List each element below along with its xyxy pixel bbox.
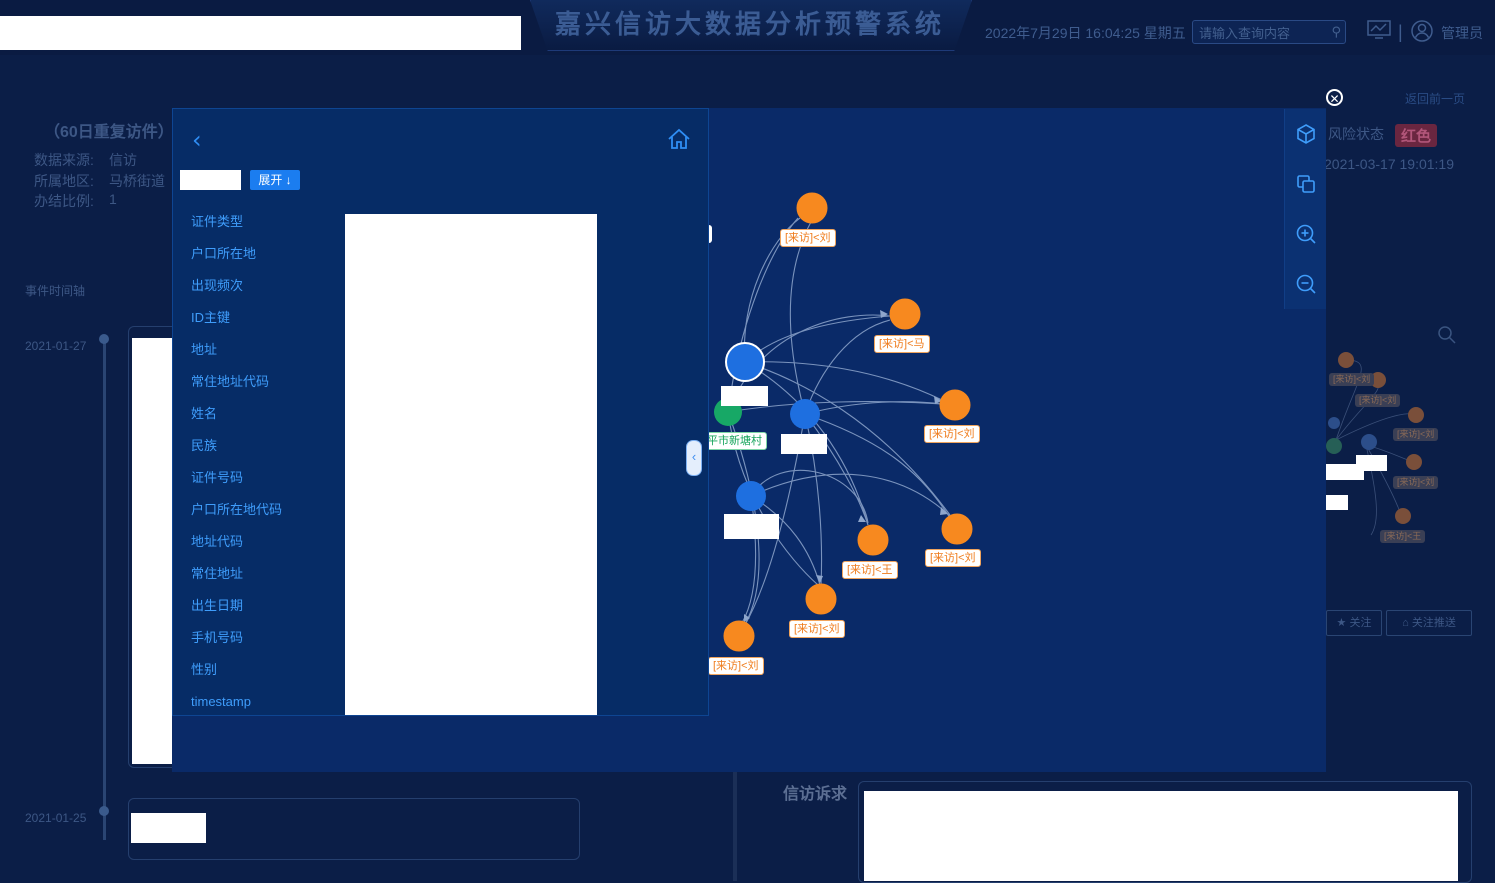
mini-node-label: [来访]<刘 (1393, 476, 1439, 489)
arrow-down-icon: ↓ (285, 173, 292, 187)
redacted-block (864, 791, 1458, 881)
mini-node-label: [来访]<刘 (1329, 373, 1375, 386)
redacted-block (131, 813, 206, 843)
field-label: 出生日期 (191, 598, 244, 613)
field-label: 户口所在地代码 (191, 502, 283, 517)
redacted-block (1326, 464, 1364, 480)
visit-node-label[interactable]: [来访]<刘 (924, 425, 980, 443)
copy-icon[interactable] (1295, 173, 1317, 195)
zoom-in-icon[interactable] (1295, 223, 1317, 245)
collapse-panel-button[interactable]: ‹ (686, 440, 702, 476)
risk-status-badge: 红色 (1395, 124, 1438, 147)
redacted-block (132, 338, 172, 764)
mini-node-label: [来访]<刘 (1355, 394, 1401, 407)
place-node-label[interactable]: 平市新塘村 (702, 432, 767, 450)
home-icon[interactable] (667, 128, 691, 155)
follow-button[interactable]: ★ 关注 (1326, 610, 1382, 636)
region-value: 马桥街道 (109, 173, 165, 189)
field-label: 姓名 (191, 406, 218, 421)
risk-label: 风险状态 (1328, 126, 1384, 142)
expand-label: 展开 (258, 173, 283, 187)
graph-toolbar (1284, 109, 1326, 309)
field-label: 性别 (191, 662, 218, 677)
appeal-title: 信访诉求 (783, 786, 848, 803)
search-input[interactable]: 请输入查询内容 ⚲ (1192, 20, 1346, 44)
field-label: 出现频次 (191, 278, 244, 293)
user-name[interactable]: 管理员 (1441, 23, 1483, 43)
expand-button[interactable]: 展开 ↓ (250, 170, 300, 190)
timeline-date: 2021-01-25 (25, 811, 87, 825)
redacted-block (721, 386, 768, 406)
visit-node-label[interactable]: [来访]<刘 (789, 620, 845, 638)
event-timeline-label: 事件时间轴 (25, 284, 86, 298)
risk-time: 2021-03-17 19:01:19 (1324, 156, 1454, 172)
follow-push-button[interactable]: ⌂ 关注推送 (1386, 610, 1472, 636)
field-label: 手机号码 (191, 630, 244, 645)
back-previous-link[interactable]: 返回前一页 (1405, 90, 1465, 107)
header-datetime: 2022年7月29日 16:04:25 星期五 (985, 25, 1186, 41)
divider: | (1398, 22, 1403, 42)
timeline-dot (99, 806, 109, 816)
field-label: 民族 (191, 438, 218, 453)
visit-node-label[interactable]: [来访]<王 (842, 561, 898, 579)
field-label: 地址代码 (191, 534, 244, 549)
user-avatar-icon[interactable] (1411, 20, 1433, 47)
visit-node-label[interactable]: [来访]<刘 (925, 549, 981, 567)
region-label: 所属地区: (34, 173, 94, 189)
timeline-date: 2021-01-27 (25, 339, 87, 353)
field-list: 证件类型户口所在地出现频次 ID主键地址常住地址代码 姓名民族证件号码户口所在地代码… (191, 212, 341, 724)
scrollbar[interactable] (733, 772, 737, 881)
monitor-icon[interactable] (1367, 20, 1391, 45)
back-chevron-icon[interactable]: ‹ (192, 126, 202, 154)
redacted-block (180, 170, 241, 190)
ratio-value: 1 (109, 191, 117, 207)
timeline-line (103, 340, 106, 840)
field-label: ID主键 (191, 310, 231, 325)
app-title: 嘉兴信访大数据分析预警系统 (554, 10, 945, 40)
close-modal-button[interactable]: ✕ (1326, 89, 1343, 106)
field-label: 户口所在地 (191, 246, 257, 261)
field-label: 证件号码 (191, 470, 244, 485)
visit-node-label[interactable]: [来访]<刘 (708, 657, 764, 675)
timeline-dot (99, 334, 109, 344)
data-source-value: 信访 (109, 152, 137, 168)
visit-node-label[interactable]: [来访]<刘 (780, 229, 836, 247)
mini-node-label: [来访]<刘 (1393, 428, 1439, 441)
search-icon[interactable]: ⚲ (1331, 24, 1341, 40)
zoom-out-icon[interactable] (1295, 273, 1317, 295)
data-source-label: 数据来源: (34, 152, 94, 168)
search-placeholder: 请输入查询内容 (1199, 26, 1291, 41)
zoom-search-icon[interactable] (1437, 325, 1457, 350)
cube-icon[interactable] (1295, 123, 1317, 145)
ratio-label: 办结比例: (34, 193, 94, 209)
case-title: （60日重复访件）基 (44, 124, 190, 141)
mini-node-label: [来访]<王 (1380, 530, 1426, 543)
redacted-block (1326, 495, 1348, 510)
field-label: 地址 (191, 342, 218, 357)
field-label: 证件类型 (191, 214, 244, 229)
field-label: 常住地址代码 (191, 374, 270, 389)
redacted-block (781, 434, 827, 454)
redacted-block (345, 214, 597, 715)
field-label: 常住地址 (191, 566, 244, 581)
field-label: timestamp (191, 694, 251, 709)
redacted-block (724, 514, 779, 539)
visit-node-label[interactable]: [来访]<马 (874, 335, 930, 353)
redacted-block (0, 16, 521, 50)
